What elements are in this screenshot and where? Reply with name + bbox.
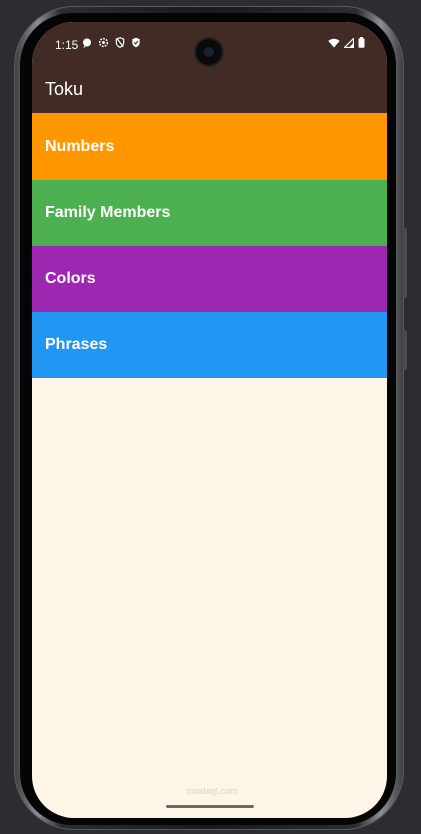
app-bar: Toku [32, 68, 387, 113]
shield-check-icon [131, 37, 141, 48]
category-item-family-members[interactable]: Family Members [32, 180, 387, 246]
category-list: Numbers Family Members Colors Phrases [32, 113, 387, 378]
category-item-numbers[interactable]: Numbers [32, 113, 387, 180]
power-button [403, 330, 407, 370]
home-indicator[interactable] [166, 805, 254, 808]
battery-icon [358, 37, 365, 48]
device-stage: 1:15 Toku Numbers Family Members Colors … [0, 0, 421, 834]
cellular-signal-icon [344, 37, 354, 48]
shield-slash-icon [115, 37, 125, 48]
status-bar: 1:15 [32, 22, 387, 68]
volume-button [403, 228, 407, 298]
phone-screen: 1:15 Toku Numbers Family Members Colors … [32, 22, 387, 818]
status-icons-right [328, 37, 365, 48]
category-label: Phrases [45, 336, 108, 353]
app-title: Toku [45, 79, 84, 99]
front-camera [196, 39, 222, 65]
category-item-colors[interactable]: Colors [32, 246, 387, 312]
category-label: Numbers [45, 137, 115, 155]
settings-gear-icon [98, 37, 109, 48]
status-icons-left [82, 37, 141, 48]
chat-bubble-icon [82, 38, 92, 48]
category-label: Colors [45, 270, 96, 287]
wifi-icon [328, 38, 340, 48]
category-item-phrases[interactable]: Phrases [32, 312, 387, 378]
watermark: mostaql.com [186, 786, 238, 796]
status-time: 1:15 [55, 38, 79, 52]
category-label: Family Members [45, 204, 171, 221]
